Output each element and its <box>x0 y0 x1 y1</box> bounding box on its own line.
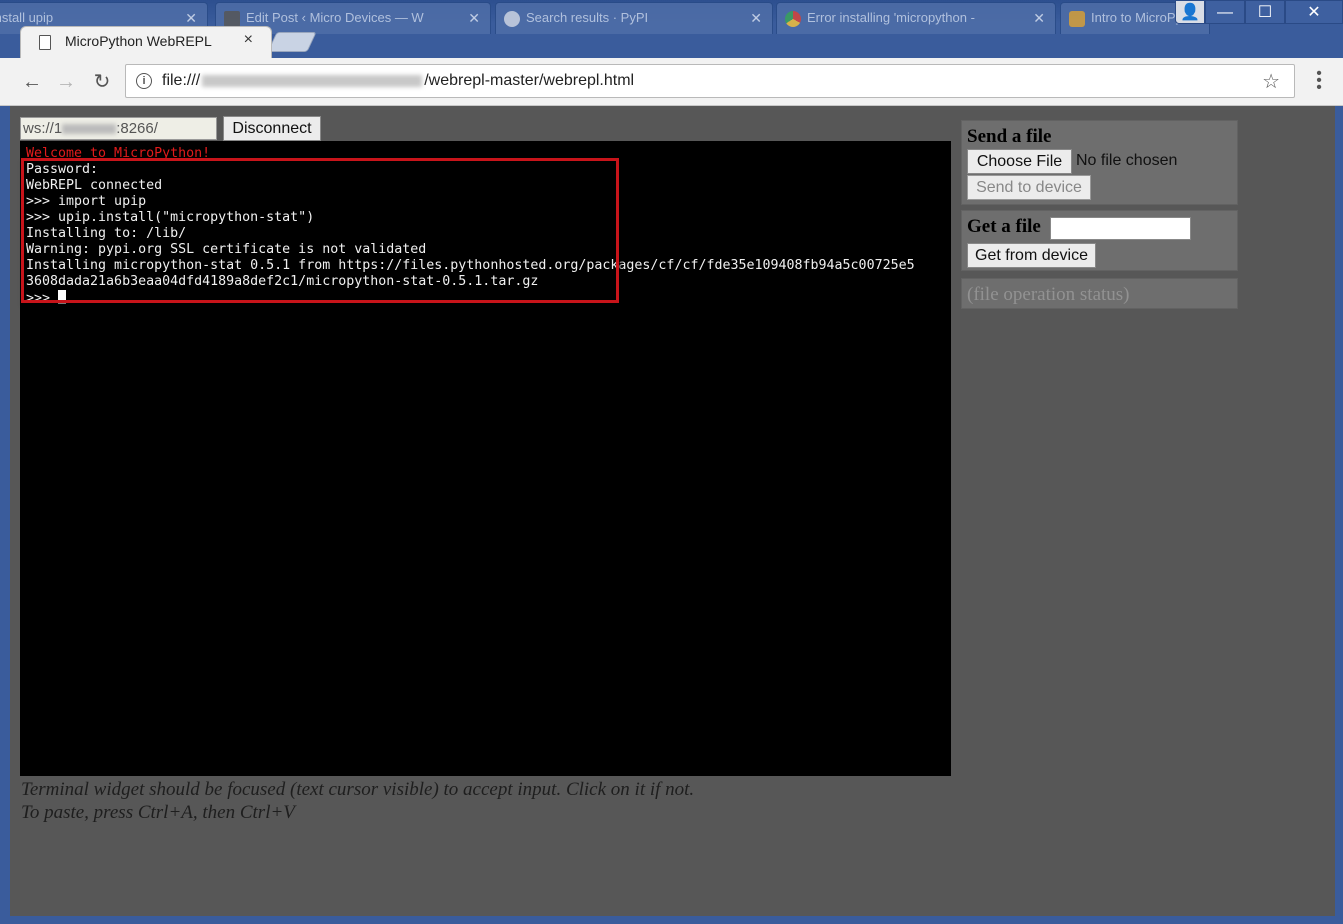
file-status-panel: (file operation status) <box>961 278 1238 309</box>
terminal-line: >>> upip.install("micropython-stat") <box>26 210 315 225</box>
address-url: file:////webrepl-master/webrepl.html <box>162 72 635 89</box>
window-controls: 👤 — ☐ ✕ <box>1175 0 1343 26</box>
tab-close-icon[interactable]: ✕ <box>750 3 762 33</box>
tab-label: Error installing 'micropython - <box>807 10 975 25</box>
terminal-prompt: >>> <box>26 291 59 306</box>
terminal-line: WebREPL connected <box>26 178 163 193</box>
tab-label: Edit Post ‹ Micro Devices — W <box>246 10 424 25</box>
send-file-title: Send a file <box>967 126 1052 147</box>
tab-close-icon[interactable]: ✕ <box>468 3 480 33</box>
terminal[interactable]: Welcome to MicroPython! Password: WebREP… <box>20 141 951 776</box>
no-file-label: No file chosen <box>1076 152 1178 169</box>
browser-toolbar: ← → ↻ i file:////webrepl-master/webrepl.… <box>0 58 1343 106</box>
tab-close-icon[interactable]: ✕ <box>1033 3 1045 33</box>
info-icon[interactable]: i <box>136 73 152 89</box>
terminal-line: Installing micropython-stat 0.5.1 from h… <box>26 258 915 273</box>
get-file-name-input[interactable] <box>1050 217 1191 240</box>
user-profile-icon[interactable]: 👤 <box>1175 0 1205 24</box>
document-icon <box>39 35 51 50</box>
chrome-icon <box>785 11 801 27</box>
webrepl-page: ws://1:8266/ Disconnect Welcome to Micro… <box>10 106 1335 916</box>
terminal-line: 3608dada21a6b3eaa04dfd4189a8def2c1/micro… <box>26 274 539 289</box>
choose-file-button[interactable]: Choose File <box>967 149 1072 174</box>
terminal-hint: Terminal widget should be focused (text … <box>21 778 694 824</box>
tab-label: Intro to MicroPy <box>1091 10 1183 25</box>
terminal-line: >>> import upip <box>26 194 147 209</box>
reload-icon[interactable]: ↻ <box>88 68 116 96</box>
send-file-panel: Send a file Choose File No file chosen S… <box>961 120 1238 205</box>
terminal-line: Warning: pypi.org SSL certificate is not… <box>26 242 427 257</box>
maximize-button[interactable]: ☐ <box>1245 0 1285 24</box>
background-tab[interactable]: Error installing 'micropython - ✕ <box>776 2 1056 34</box>
websocket-url-input[interactable]: ws://1:8266/ <box>20 117 217 140</box>
get-file-title: Get a file <box>967 216 1041 237</box>
send-to-device-button[interactable]: Send to device <box>967 175 1091 200</box>
new-tab-button[interactable] <box>267 32 317 52</box>
get-from-device-button[interactable]: Get from device <box>967 243 1096 268</box>
text-cursor <box>58 290 67 304</box>
back-arrow-icon[interactable]: ← <box>18 68 46 96</box>
tab-title: MicroPython WebREPL <box>65 33 212 49</box>
tab-label: Install upip <box>0 10 54 25</box>
tab-favicon-icon <box>504 11 520 27</box>
bookmark-star-icon[interactable]: ☆ <box>1262 69 1280 94</box>
address-bar[interactable]: i file:////webrepl-master/webrepl.html ☆ <box>125 64 1295 98</box>
tab-close-icon[interactable]: × <box>244 31 253 49</box>
browser-menu-icon[interactable]: • • • <box>1315 66 1323 96</box>
hint-line: Terminal widget should be focused (text … <box>21 779 695 800</box>
forward-arrow-icon[interactable]: → <box>52 68 80 96</box>
background-tab[interactable]: Search results · PyPI ✕ <box>495 2 773 34</box>
tab-favicon-icon <box>1069 11 1085 27</box>
tab-label: Search results · PyPI <box>526 10 649 25</box>
terminal-line: Password: <box>26 162 99 177</box>
browser-window: Install upip ✕ Edit Post ‹ Micro Devices… <box>0 0 1343 924</box>
hint-line: To paste, press Ctrl+A, then Ctrl+V <box>21 802 295 823</box>
redacted-path <box>202 74 423 87</box>
get-file-panel: Get a file Get from device <box>961 210 1238 271</box>
terminal-line: Installing to: /lib/ <box>26 226 187 241</box>
file-status-text: (file operation status) <box>967 284 1130 305</box>
redacted-ip <box>62 124 117 135</box>
welcome-message: Welcome to MicroPython! <box>26 146 211 161</box>
disconnect-button[interactable]: Disconnect <box>223 116 321 141</box>
tab-favicon-icon <box>224 11 240 27</box>
active-tab[interactable]: MicroPython WebREPL × <box>20 26 272 58</box>
close-window-button[interactable]: ✕ <box>1285 0 1343 24</box>
minimize-button[interactable]: — <box>1205 0 1245 24</box>
